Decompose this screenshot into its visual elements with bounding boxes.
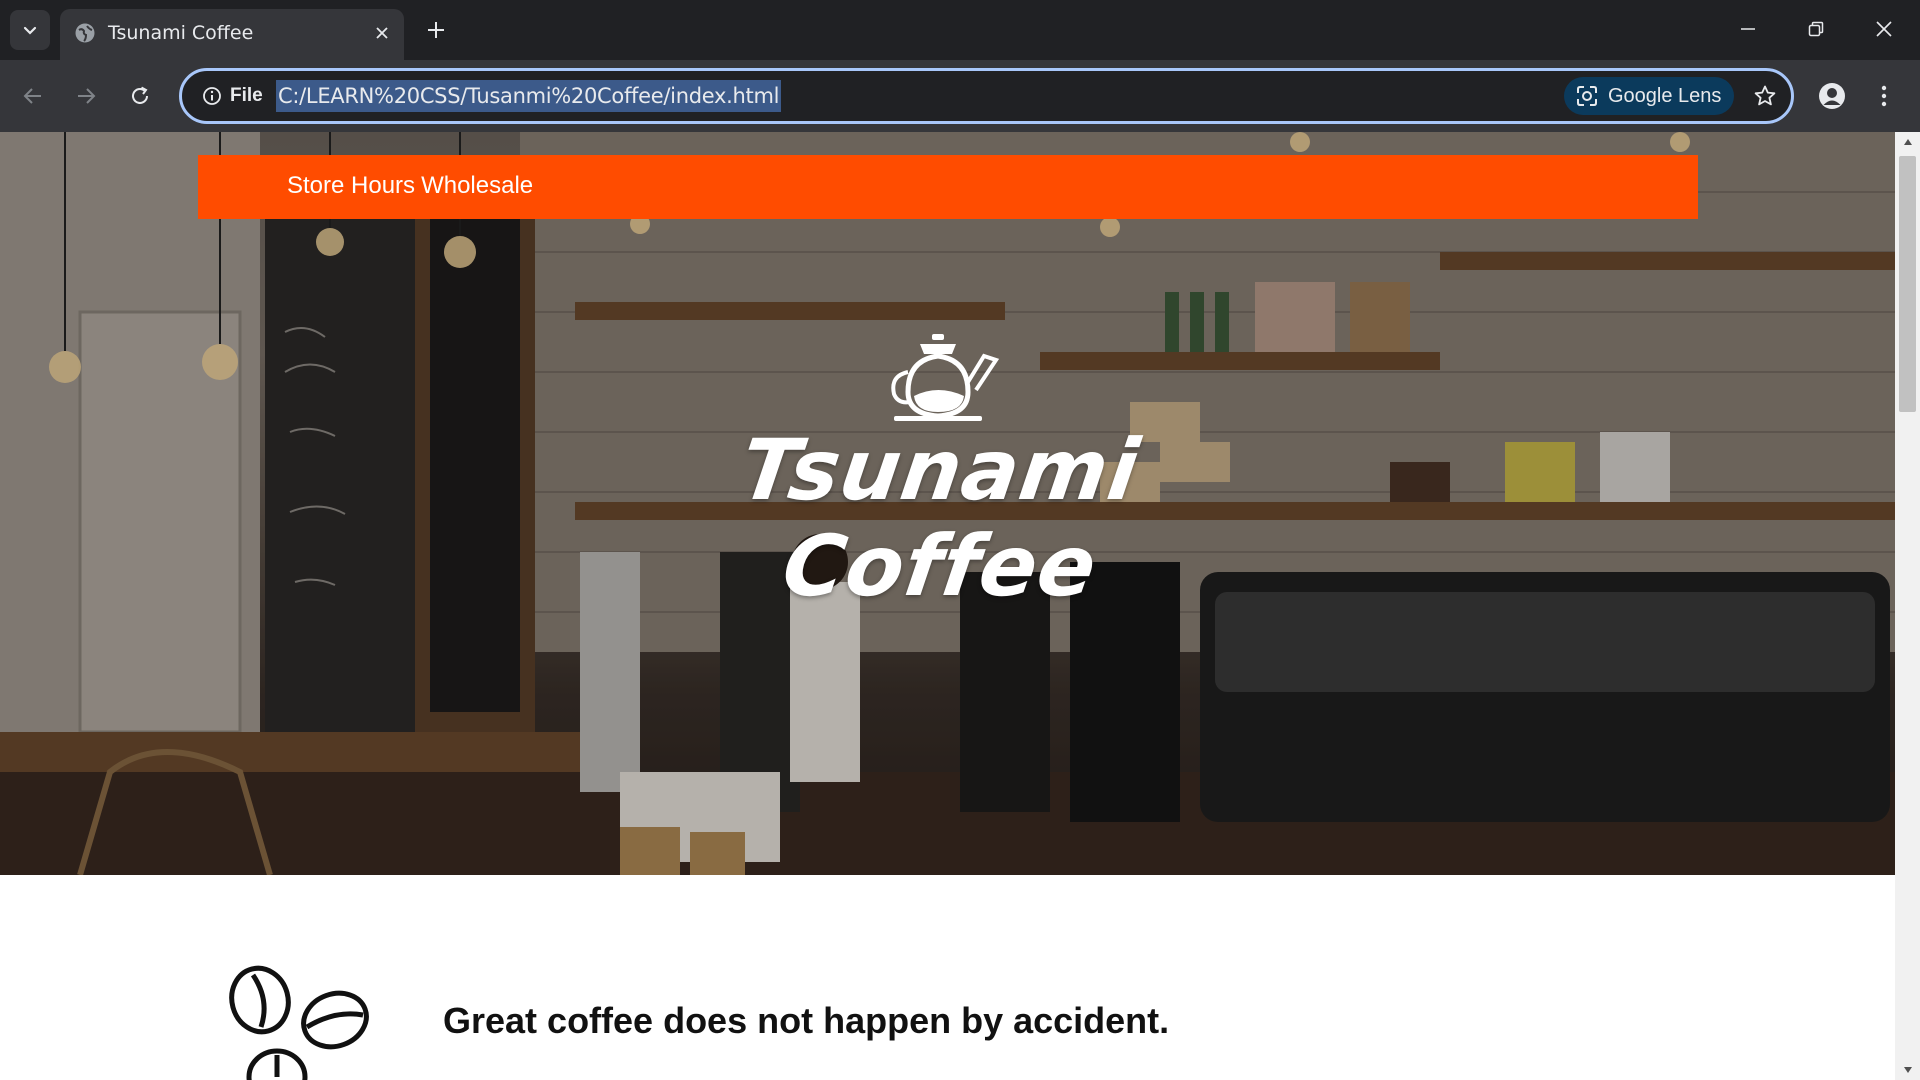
google-lens-label: Google Lens — [1608, 84, 1722, 107]
close-tab-button[interactable] — [370, 21, 394, 45]
chevron-down-icon — [23, 26, 37, 35]
close-icon — [1876, 21, 1892, 37]
minimize-icon — [1741, 28, 1755, 30]
close-icon — [376, 27, 388, 39]
browser-menu-button[interactable] — [1868, 76, 1900, 116]
arrow-left-icon — [23, 88, 41, 104]
brand-title-line2: Coffee — [776, 517, 1104, 615]
page-scrollbar[interactable] — [1895, 132, 1920, 1080]
top-navigation-bar: Store Hours Wholesale — [198, 155, 1698, 219]
star-icon — [1754, 85, 1776, 106]
arrow-right-icon — [78, 88, 96, 104]
new-tab-button[interactable] — [418, 12, 454, 48]
address-bar[interactable]: File C:/LEARN%20CSS/Tusanmi%20Coffee/ind… — [179, 68, 1794, 124]
scroll-up-button[interactable] — [1895, 132, 1920, 152]
info-icon — [203, 87, 221, 105]
globe-icon — [75, 23, 95, 43]
close-window-button[interactable] — [1850, 0, 1918, 58]
nav-links: Store Hours Wholesale — [287, 172, 533, 200]
google-lens-button[interactable]: Google Lens — [1564, 77, 1734, 115]
tab-strip: Tsunami Coffee — [0, 0, 1920, 60]
tab-title: Tsunami Coffee — [108, 22, 254, 44]
intro-section: Great coffee does not happen by accident… — [0, 875, 1895, 1080]
brand-logo: Tsunami Coffee — [735, 332, 1145, 615]
site-info-button[interactable]: File — [194, 80, 271, 112]
reload-button[interactable] — [120, 76, 160, 116]
bookmark-button[interactable] — [1748, 79, 1782, 113]
restore-button[interactable] — [1782, 0, 1850, 58]
nav-link-store-hours[interactable]: Store Hours — [287, 172, 415, 200]
reload-icon — [132, 86, 148, 104]
browser-toolbar: File C:/LEARN%20CSS/Tusanmi%20Coffee/ind… — [0, 60, 1920, 132]
minimize-button[interactable] — [1714, 0, 1782, 58]
active-tab[interactable]: Tsunami Coffee — [60, 9, 404, 60]
triangle-down-icon — [1903, 1067, 1912, 1073]
nav-link-wholesale[interactable]: Wholesale — [421, 172, 533, 200]
profile-button[interactable] — [1812, 76, 1852, 116]
plus-icon — [428, 22, 444, 38]
scroll-thumb[interactable] — [1899, 156, 1916, 412]
back-button[interactable] — [13, 76, 53, 116]
camera-lens-icon — [1577, 86, 1597, 106]
hero-section: Store Hours Wholesale Tsunami Coffee — [0, 132, 1895, 875]
kettle-icon — [891, 334, 1000, 421]
more-vert-icon — [1881, 85, 1887, 107]
url-text[interactable]: C:/LEARN%20CSS/Tusanmi%20Coffee/index.ht… — [276, 80, 782, 112]
page-viewport: Store Hours Wholesale Tsunami Coffee Gre… — [0, 132, 1895, 1080]
site-info-label: File — [230, 85, 263, 106]
tab-search-button[interactable] — [10, 10, 50, 50]
restore-icon — [1808, 21, 1824, 37]
intro-headline: Great coffee does not happen by accident… — [443, 1000, 1170, 1041]
scroll-down-button[interactable] — [1895, 1060, 1920, 1080]
coffee-beans-icon — [229, 965, 369, 1080]
triangle-up-icon — [1903, 139, 1912, 145]
avatar-icon — [1819, 83, 1845, 109]
forward-button[interactable] — [66, 76, 106, 116]
brand-title-line1: Tsunami — [734, 421, 1146, 519]
